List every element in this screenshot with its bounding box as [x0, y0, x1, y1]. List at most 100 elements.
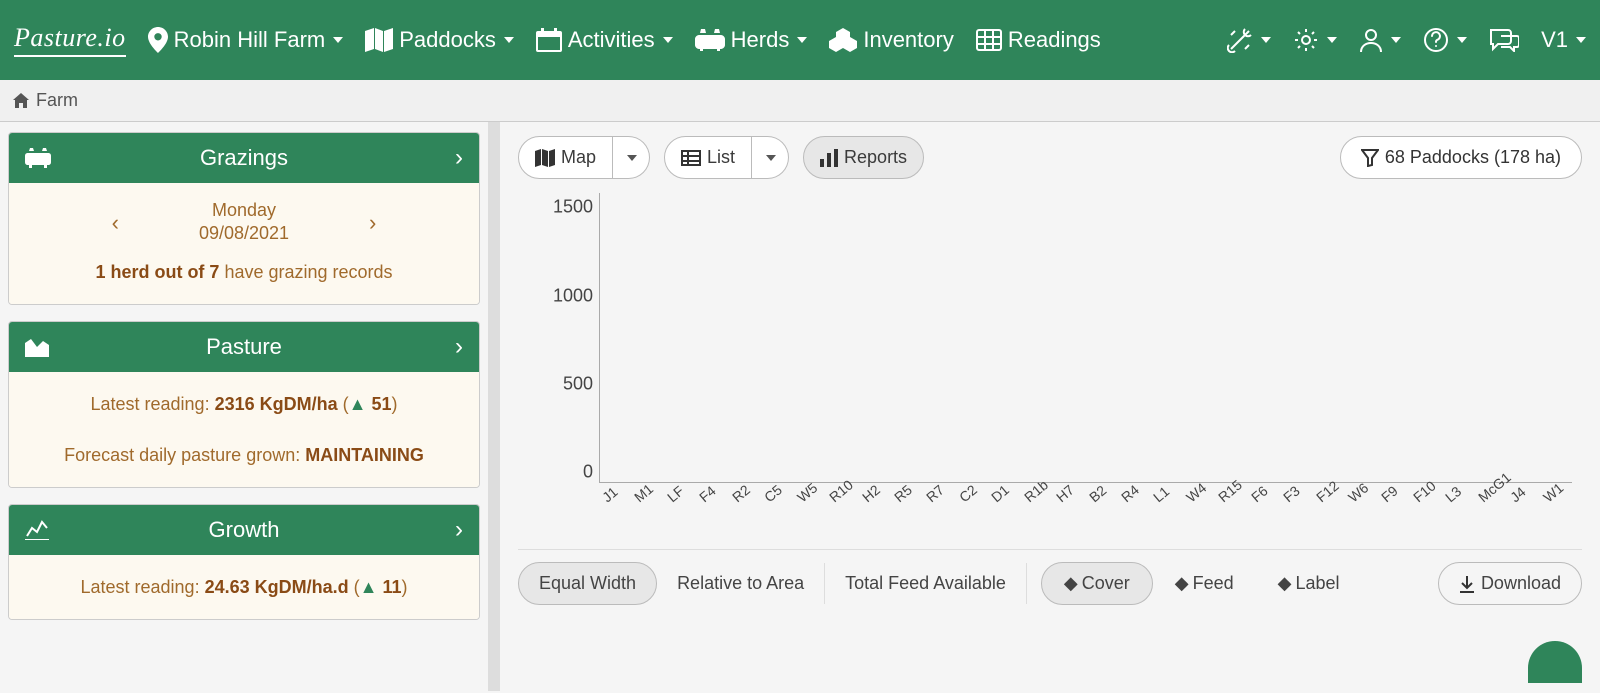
- sort-icon: ◆: [1064, 573, 1078, 594]
- card-growth: Growth › Latest reading: 24.63 KgDM/ha.d…: [8, 504, 480, 620]
- chevron-down-icon: [1576, 37, 1586, 43]
- nav-readings[interactable]: Readings: [976, 27, 1101, 53]
- download-button[interactable]: Download: [1438, 562, 1582, 605]
- home-icon: [12, 92, 30, 110]
- prev-day-button[interactable]: ‹: [112, 203, 119, 243]
- arrow-up-icon: ▲: [360, 571, 378, 603]
- area-chart-icon: [25, 337, 49, 357]
- brand-logo: Pasture.io: [14, 23, 126, 57]
- grazings-day: Monday: [199, 199, 289, 222]
- card-grazings: Grazings › ‹ Monday 09/08/2021 › 1 herd …: [8, 132, 480, 305]
- arrow-up-icon: ▲: [349, 388, 367, 420]
- breadcrumb: Farm: [0, 80, 1600, 122]
- y-tick: 1000: [538, 285, 593, 306]
- main-panel: Map List Reports 68 Paddocks: [500, 122, 1600, 691]
- view-map-button[interactable]: Map: [518, 136, 613, 179]
- nav-activities[interactable]: Activities: [536, 27, 673, 53]
- cover-chart: 050010001500 J1M1LFF4R2C5W5R10H2R5R7C2D1…: [544, 193, 1582, 523]
- pasture-latest-label: Latest reading:: [90, 394, 214, 414]
- help-icon: [1423, 27, 1449, 53]
- tools-icon: [1227, 27, 1253, 53]
- summary-sidebar: Grazings › ‹ Monday 09/08/2021 › 1 herd …: [0, 122, 500, 691]
- view-list-button[interactable]: List: [664, 136, 752, 179]
- nav-chat[interactable]: [1489, 28, 1519, 52]
- card-grazings-header[interactable]: Grazings ›: [9, 133, 479, 183]
- breadcrumb-farm[interactable]: Farm: [36, 90, 78, 111]
- sort-icon: ◆: [1278, 573, 1292, 594]
- chevron-down-icon: [1261, 37, 1271, 43]
- sort-icon: ◆: [1175, 573, 1189, 594]
- view-reports-button[interactable]: Reports: [803, 136, 924, 179]
- nav-help[interactable]: [1423, 27, 1467, 53]
- line-chart-icon: [25, 520, 49, 540]
- view-map-dropdown[interactable]: [613, 136, 650, 179]
- paddock-filter[interactable]: 68 Paddocks (178 ha): [1340, 136, 1582, 179]
- location-pin-icon: [148, 27, 168, 53]
- view-map-label: Map: [561, 147, 596, 168]
- card-pasture-title: Pasture: [25, 334, 463, 360]
- map-icon: [535, 149, 555, 167]
- boxes-icon: [829, 28, 857, 52]
- chat-icon: [1489, 28, 1519, 52]
- pasture-latest-value: 2316 KgDM/ha: [215, 394, 338, 414]
- view-toolbar: Map List Reports 68 Paddocks: [518, 136, 1582, 179]
- sort-feed[interactable]: ◆Feed: [1153, 563, 1256, 604]
- nav-account[interactable]: [1359, 27, 1401, 53]
- chevron-down-icon: [333, 37, 343, 43]
- nav-farm-selector[interactable]: Robin Hill Farm: [148, 27, 344, 53]
- nav-settings[interactable]: [1293, 27, 1337, 53]
- nav-version[interactable]: V1: [1541, 27, 1586, 53]
- sort-label[interactable]: ◆Label: [1256, 563, 1362, 604]
- next-day-button[interactable]: ›: [369, 203, 376, 243]
- paddock-filter-label: 68 Paddocks (178 ha): [1385, 147, 1561, 168]
- nav-inventory-label: Inventory: [863, 27, 954, 53]
- nav-farm-label: Robin Hill Farm: [174, 27, 326, 53]
- nav-tools[interactable]: [1227, 27, 1271, 53]
- nav-herds-label: Herds: [731, 27, 790, 53]
- growth-latest-delta: 11: [382, 577, 401, 597]
- grazings-date: 09/08/2021: [199, 222, 289, 245]
- filter-icon: [1361, 149, 1379, 167]
- opt-total-feed[interactable]: Total Feed Available: [825, 563, 1027, 604]
- y-tick: 0: [538, 462, 593, 483]
- nav-herds[interactable]: Herds: [695, 27, 808, 53]
- growth-latest-label: Latest reading:: [80, 577, 204, 597]
- nav-activities-label: Activities: [568, 27, 655, 53]
- card-pasture: Pasture › Latest reading: 2316 KgDM/ha (…: [8, 321, 480, 488]
- view-list-label: List: [707, 147, 735, 168]
- chevron-right-icon: ›: [455, 516, 463, 544]
- opt-relative-area[interactable]: Relative to Area: [657, 563, 825, 604]
- growth-latest-value: 24.63 KgDM/ha.d: [205, 577, 349, 597]
- card-growth-title: Growth: [25, 517, 463, 543]
- chevron-down-icon: [1391, 37, 1401, 43]
- gear-icon: [1293, 27, 1319, 53]
- chevron-down-icon: [797, 37, 807, 43]
- top-navbar: Pasture.io Robin Hill Farm Paddocks Acti…: [0, 0, 1600, 80]
- chevron-down-icon: [663, 37, 673, 43]
- pasture-forecast-value: MAINTAINING: [305, 445, 424, 465]
- grazings-herd-count: 1 herd out of 7: [95, 262, 219, 282]
- y-tick: 500: [538, 373, 593, 394]
- card-growth-header[interactable]: Growth ›: [9, 505, 479, 555]
- nav-paddocks[interactable]: Paddocks: [365, 27, 514, 53]
- y-tick: 1500: [538, 197, 593, 218]
- sort-cover[interactable]: ◆Cover: [1041, 562, 1153, 605]
- cow-icon: [695, 29, 725, 51]
- view-list-dropdown[interactable]: [752, 136, 789, 179]
- chevron-right-icon: ›: [455, 333, 463, 361]
- nav-inventory[interactable]: Inventory: [829, 27, 954, 53]
- map-icon: [365, 28, 393, 52]
- chevron-down-icon: [504, 37, 514, 43]
- user-icon: [1359, 27, 1383, 53]
- nav-readings-label: Readings: [1008, 27, 1101, 53]
- pasture-forecast-label: Forecast daily pasture grown:: [64, 445, 305, 465]
- list-icon: [681, 150, 701, 166]
- opt-equal-width[interactable]: Equal Width: [518, 562, 657, 605]
- nav-paddocks-label: Paddocks: [399, 27, 496, 53]
- view-reports-label: Reports: [844, 147, 907, 168]
- cow-icon: [25, 148, 51, 168]
- pasture-latest-delta: 51: [371, 394, 391, 414]
- card-pasture-header[interactable]: Pasture ›: [9, 322, 479, 372]
- chart-options-bar: Equal Width Relative to Area Total Feed …: [518, 549, 1582, 605]
- download-icon: [1459, 575, 1475, 593]
